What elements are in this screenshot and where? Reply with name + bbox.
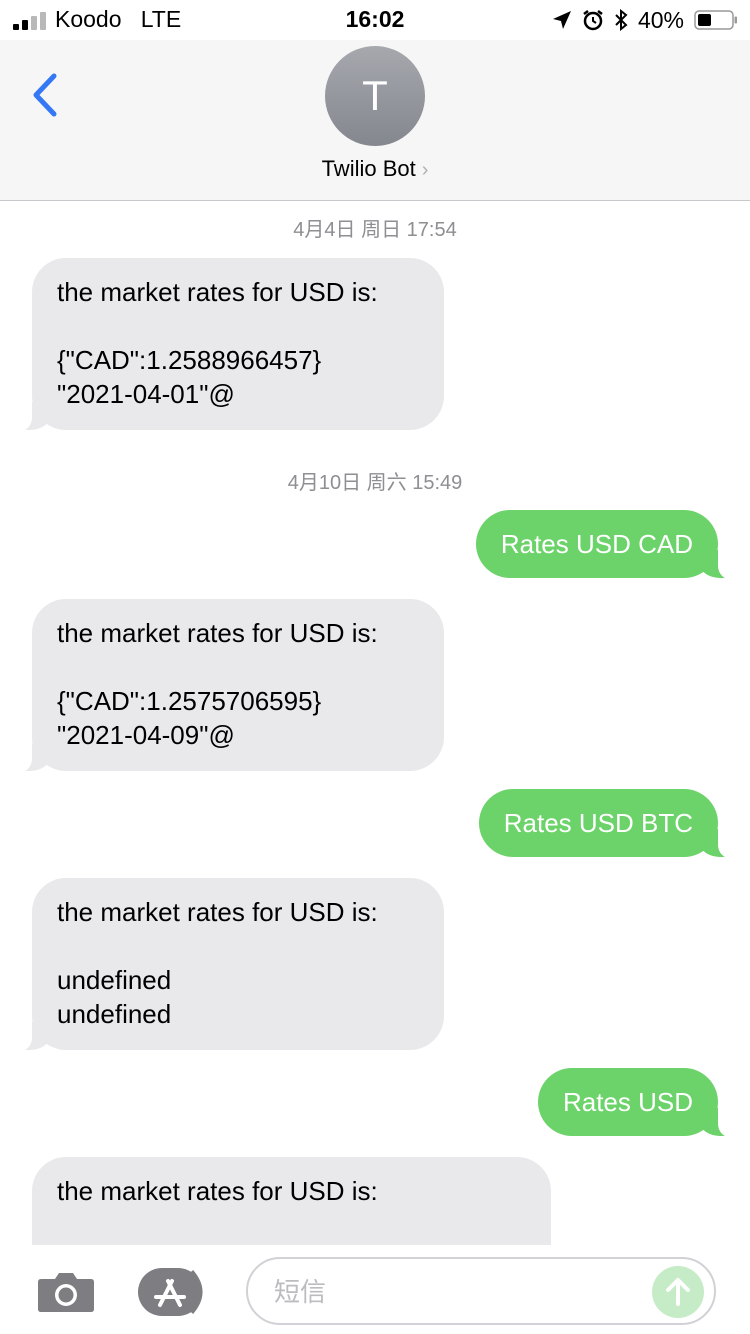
alarm-icon xyxy=(583,10,603,31)
app-store-icon[interactable] xyxy=(138,1267,214,1317)
back-button[interactable] xyxy=(28,72,64,118)
outgoing-message[interactable]: Rates USD BTC xyxy=(478,789,739,859)
chevron-right-icon: › xyxy=(421,159,429,181)
send-button[interactable] xyxy=(652,1266,704,1318)
timestamp: 4月4日 周日 17:54 xyxy=(293,219,457,241)
incoming-message[interactable]: the market rates for USD is: xyxy=(32,1157,551,1245)
message-list[interactable]: 4月4日 周日 17:54 the market rates for USD i… xyxy=(0,201,750,1245)
message-composer xyxy=(0,1245,750,1334)
contact-name-button[interactable]: Twilio Bot › xyxy=(0,156,750,182)
message-input[interactable] xyxy=(272,1269,636,1315)
timestamp: 4月10日 周六 15:49 xyxy=(287,472,463,494)
conversation-header: T Twilio Bot › xyxy=(0,40,750,201)
message-input-container[interactable] xyxy=(246,1257,716,1325)
incoming-message[interactable]: the market rates for USD is: undefined u… xyxy=(12,878,444,1052)
contact-name: Twilio Bot xyxy=(321,156,416,181)
incoming-message[interactable]: the market rates for USD is: {"CAD":1.25… xyxy=(12,599,444,773)
contact-avatar[interactable]: T xyxy=(325,46,425,146)
camera-icon[interactable] xyxy=(37,1269,95,1313)
status-icons: 40% xyxy=(552,6,738,34)
outgoing-message[interactable]: Rates USD xyxy=(537,1068,739,1138)
bluetooth-icon xyxy=(615,9,628,31)
outgoing-message[interactable]: Rates USD CAD xyxy=(475,510,739,580)
battery-percent: 40% xyxy=(637,6,684,33)
avatar-initial: T xyxy=(362,72,388,119)
arrow-up-icon xyxy=(666,1278,690,1306)
status-bar: Koodo LTE 16:02 40% xyxy=(0,0,750,40)
location-icon xyxy=(552,11,571,29)
battery-icon xyxy=(694,10,737,30)
incoming-message[interactable]: the market rates for USD is: {"CAD":1.25… xyxy=(12,258,444,432)
